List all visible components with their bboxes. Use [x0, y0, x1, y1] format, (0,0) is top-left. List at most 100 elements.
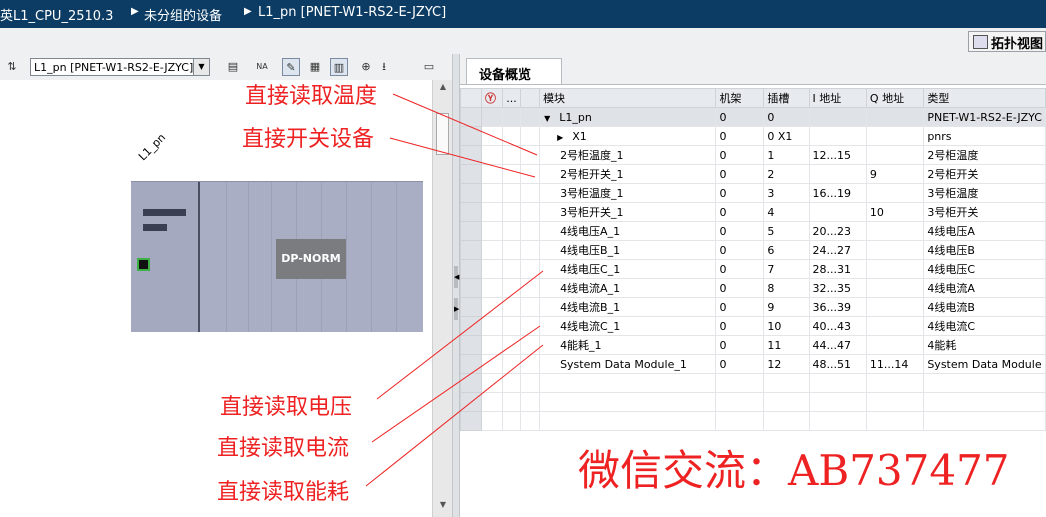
cell-slot[interactable]: 7 [763, 259, 810, 279]
cell-q-addr[interactable]: 9 [865, 164, 925, 184]
cell-q-addr[interactable] [865, 335, 925, 355]
collapse-right-icon[interactable]: ▶ [454, 298, 459, 320]
cell-i-addr[interactable]: 12...15 [808, 145, 867, 165]
cell-i-addr[interactable]: 48...51 [808, 354, 867, 374]
cell-type[interactable]: 2号柜温度 [923, 145, 1046, 165]
cell-rack[interactable]: 0 [715, 316, 765, 336]
table-row[interactable]: 4线电压C_1 0 7 28...31 4线电压C [460, 259, 1046, 279]
grid-icon[interactable]: ▦ [306, 58, 324, 76]
cell-slot[interactable]: 10 [763, 316, 810, 336]
cell-i-addr[interactable]: 36...39 [808, 297, 867, 317]
cell-rack[interactable]: 0 [715, 164, 765, 184]
cell-module[interactable]: 3号柜开关_1 [539, 202, 717, 222]
cell-q-addr[interactable]: 11...14 [865, 354, 925, 374]
cell-rack[interactable]: 0 [715, 126, 765, 146]
dp-norm-module[interactable]: DP-NORM [276, 239, 346, 279]
breadcrumb-group[interactable]: 未分组的设备 [144, 5, 222, 24]
column-header-type[interactable]: 类型 [923, 88, 1046, 108]
cell-module[interactable]: 2号柜温度_1 [539, 145, 717, 165]
scroll-thumb[interactable] [436, 113, 449, 155]
column-header-rack[interactable]: 机架 [715, 88, 765, 108]
zoom-icon[interactable]: ⊕ [357, 58, 375, 76]
cell-type[interactable]: pnrs [923, 126, 1046, 146]
cell-i-addr[interactable]: 32...35 [808, 278, 867, 298]
cell-i-addr[interactable] [808, 202, 867, 222]
table-row[interactable]: 2号柜温度_1 0 1 12...15 2号柜温度 [460, 145, 1046, 165]
cell-type[interactable]: 4线电流B [923, 297, 1046, 317]
device-rack[interactable]: DP-NORM [131, 181, 423, 332]
cell-module[interactable]: System Data Module_1 [539, 354, 717, 374]
port-icon[interactable] [137, 258, 150, 271]
cell-i-addr[interactable]: 28...31 [808, 259, 867, 279]
pane-splitter[interactable]: ◀ ▶ [452, 54, 460, 517]
module-list-icon[interactable]: ▤ [224, 58, 242, 76]
empty-row[interactable] [460, 392, 1046, 412]
download-icon[interactable]: ⭳ [375, 58, 393, 76]
name-display-icon[interactable]: NA [253, 58, 271, 76]
cell-rack[interactable]: 0 [715, 297, 765, 317]
column-header-q-address[interactable]: Q 地址 [865, 88, 925, 108]
cell-type[interactable]: 4线电流A [923, 278, 1046, 298]
cell-type[interactable]: 4线电压B [923, 240, 1046, 260]
cell-q-addr[interactable] [865, 221, 925, 241]
collapse-left-icon[interactable]: ◀ [454, 266, 459, 288]
cell-module[interactable]: 4线电流B_1 [539, 297, 717, 317]
empty-row[interactable] [460, 373, 1046, 393]
cell-module[interactable]: ▶ X1 [539, 126, 717, 146]
cell-slot[interactable]: 2 [763, 164, 810, 184]
filter-icon[interactable]: Ⓨ [480, 88, 504, 108]
cell-type[interactable]: 4线电压C [923, 259, 1046, 279]
cell-q-addr[interactable] [865, 278, 925, 298]
table-row[interactable]: 4能耗_1 0 11 44...47 4能耗 [460, 335, 1046, 355]
cell-module[interactable]: ▼ L1_pn [539, 107, 717, 127]
cell-rack[interactable]: 0 [715, 240, 765, 260]
cell-slot[interactable]: 0 X1 [763, 126, 810, 146]
cell-i-addr[interactable]: 40...43 [808, 316, 867, 336]
cell-q-addr[interactable] [865, 145, 925, 165]
cell-module[interactable]: 2号柜开关_1 [539, 164, 717, 184]
cell-q-addr[interactable] [865, 107, 925, 127]
network-icon[interactable]: ⇅ [3, 58, 21, 76]
cell-q-addr[interactable] [865, 259, 925, 279]
cell-i-addr[interactable]: 24...27 [808, 240, 867, 260]
table-row[interactable]: 2号柜开关_1 0 2 9 2号柜开关 [460, 164, 1046, 184]
cell-slot[interactable]: 4 [763, 202, 810, 222]
cell-type[interactable]: System Data Module [923, 354, 1046, 374]
cell-rack[interactable]: 0 [715, 202, 765, 222]
cell-module[interactable]: 3号柜温度_1 [539, 183, 717, 203]
cell-i-addr[interactable] [808, 164, 867, 184]
cell-i-addr[interactable]: 20...23 [808, 221, 867, 241]
table-row[interactable]: 4线电流A_1 0 8 32...35 4线电流A [460, 278, 1046, 298]
column-header-module[interactable]: 模块 [539, 88, 717, 108]
cell-rack[interactable]: 0 [715, 145, 765, 165]
cell-q-addr[interactable] [865, 183, 925, 203]
cell-rack[interactable]: 0 [715, 354, 765, 374]
table-row[interactable]: 4线电压B_1 0 6 24...27 4线电压B [460, 240, 1046, 260]
properties-icon[interactable]: ✎ [282, 58, 300, 76]
table-row[interactable]: 4线电流B_1 0 9 36...39 4线电流B [460, 297, 1046, 317]
overview-panel-icon[interactable]: ▭ [420, 58, 438, 76]
collapse-icon[interactable]: ▶ [557, 133, 563, 142]
device-select[interactable]: L1_pn [PNET-W1-RS2-E-JZYC] ▼ [30, 58, 210, 76]
cell-type[interactable]: 4能耗 [923, 335, 1046, 355]
table-row[interactable]: ▼ L1_pn 0 0 PNET-W1-RS2-E-JZYC [460, 107, 1046, 127]
cell-slot[interactable]: 1 [763, 145, 810, 165]
breadcrumb-project[interactable]: 英L1_CPU_2510.3 [0, 5, 113, 24]
cell-i-addr[interactable]: 44...47 [808, 335, 867, 355]
cell-q-addr[interactable]: 10 [865, 202, 925, 222]
cell-q-addr[interactable] [865, 316, 925, 336]
cell-type[interactable]: PNET-W1-RS2-E-JZYC [923, 107, 1046, 127]
canvas-scrollbar[interactable]: ▲ ▼ [432, 80, 453, 517]
tab-device-overview[interactable]: 设备概览 [466, 58, 562, 84]
column-header-i-address[interactable]: I 地址 [808, 88, 867, 108]
cell-slot[interactable]: 11 [763, 335, 810, 355]
cell-rack[interactable]: 0 [715, 107, 765, 127]
cell-slot[interactable]: 9 [763, 297, 810, 317]
interface-module[interactable] [131, 182, 200, 332]
column-header-slot[interactable]: 插槽 [763, 88, 810, 108]
cell-module[interactable]: 4能耗_1 [539, 335, 717, 355]
cell-module[interactable]: 4线电压C_1 [539, 259, 717, 279]
cell-i-addr[interactable] [808, 126, 867, 146]
cell-type[interactable]: 3号柜开关 [923, 202, 1046, 222]
topology-view-button[interactable]: 拓扑视图 [968, 31, 1046, 52]
